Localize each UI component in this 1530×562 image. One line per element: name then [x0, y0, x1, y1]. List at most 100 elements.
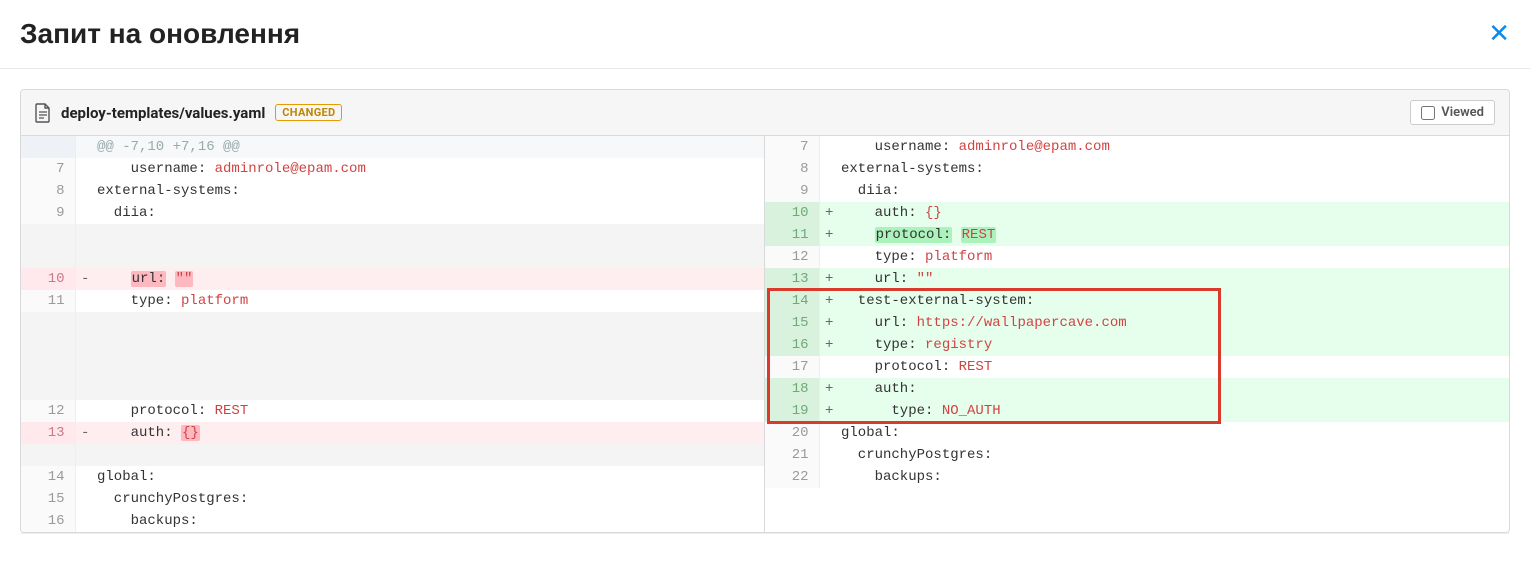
diff-sign: + [819, 334, 839, 356]
diff-row: 15+ url: https://wallpapercave.com [765, 312, 1509, 334]
line-number: 16 [765, 334, 819, 356]
line-number: 22 [765, 466, 819, 488]
diff-sign [75, 246, 95, 268]
diff-sign [819, 444, 839, 466]
diff-row [21, 356, 764, 378]
diff-sign [75, 466, 95, 488]
code-cell: @@ -7,10 +7,16 @@ [95, 136, 764, 158]
line-number: 13 [765, 268, 819, 290]
code-cell: auth: {} [839, 202, 1509, 224]
diff-sign [819, 180, 839, 202]
code-cell: backups: [95, 510, 764, 532]
code-cell: url: "" [839, 268, 1509, 290]
diff-sign: + [819, 224, 839, 246]
diff-file: deploy-templates/values.yaml CHANGED Vie… [20, 89, 1510, 533]
line-number: 7 [21, 158, 75, 180]
code-cell: external-systems: [95, 180, 764, 202]
line-number: 16 [21, 510, 75, 532]
diff-left: @@ -7,10 +7,16 @@7 username: adminrole@e… [21, 136, 765, 532]
line-number: 8 [21, 180, 75, 202]
file-icon [35, 103, 51, 123]
diff-sign [75, 202, 95, 224]
code-cell: global: [839, 422, 1509, 444]
diff-row: 21 crunchyPostgres: [765, 444, 1509, 466]
code-cell: crunchyPostgres: [95, 488, 764, 510]
viewed-checkbox[interactable] [1421, 106, 1435, 120]
line-number: 17 [765, 356, 819, 378]
diff-sign [75, 334, 95, 356]
line-number: 10 [765, 202, 819, 224]
diff-row: 7 username: adminrole@epam.com [21, 158, 764, 180]
diff-right: 7 username: adminrole@epam.com8external-… [765, 136, 1509, 532]
line-number: 8 [765, 158, 819, 180]
diff-row [21, 444, 764, 466]
code-cell: type: registry [839, 334, 1509, 356]
viewed-toggle[interactable]: Viewed [1410, 100, 1495, 125]
code-cell: test-external-system: [839, 290, 1509, 312]
diff-row: 12 protocol: REST [21, 400, 764, 422]
left-hscroll[interactable] [20, 533, 765, 551]
line-number: 13 [21, 422, 75, 444]
diff-body: @@ -7,10 +7,16 @@7 username: adminrole@e… [21, 136, 1509, 532]
changed-badge: CHANGED [275, 104, 342, 121]
code-cell [95, 312, 764, 334]
diff-right-table: 7 username: adminrole@epam.com8external-… [765, 136, 1509, 488]
diff-row: 17 protocol: REST [765, 356, 1509, 378]
diff-sign: + [819, 312, 839, 334]
code-cell [95, 378, 764, 400]
diff-sign [75, 378, 95, 400]
diff-sign: + [819, 378, 839, 400]
diff-sign [819, 356, 839, 378]
diff-sign [819, 466, 839, 488]
diff-row: 8external-systems: [765, 158, 1509, 180]
code-cell [95, 224, 764, 246]
diff-sign [819, 246, 839, 268]
file-name: deploy-templates/values.yaml [61, 104, 265, 122]
diff-row: 13- auth: {} [21, 422, 764, 444]
line-number: 9 [765, 180, 819, 202]
line-number: 19 [765, 400, 819, 422]
code-cell: crunchyPostgres: [839, 444, 1509, 466]
code-cell: auth: [839, 378, 1509, 400]
diff-row [21, 312, 764, 334]
right-hscroll[interactable] [765, 533, 1510, 551]
diff-row: 14+ test-external-system: [765, 290, 1509, 312]
code-cell: username: adminrole@epam.com [95, 158, 764, 180]
line-number: 14 [765, 290, 819, 312]
diff-row: 16 backups: [21, 510, 764, 532]
diff-sign: + [819, 268, 839, 290]
line-number [21, 444, 75, 466]
diff-sign: - [75, 268, 95, 290]
line-number: 7 [765, 136, 819, 158]
diff-sign: + [819, 290, 839, 312]
line-number: 14 [21, 466, 75, 488]
diff-sign [75, 312, 95, 334]
diff-row: 22 backups: [765, 466, 1509, 488]
diff-sign [75, 510, 95, 532]
diff-sign [75, 158, 95, 180]
code-cell: type: platform [95, 290, 764, 312]
line-number [21, 334, 75, 356]
diff-row: 11+ protocol: REST [765, 224, 1509, 246]
code-cell [95, 246, 764, 268]
diff-sign [75, 290, 95, 312]
code-cell: backups: [839, 466, 1509, 488]
line-number: 18 [765, 378, 819, 400]
code-cell: type: platform [839, 246, 1509, 268]
line-number: 21 [765, 444, 819, 466]
line-number [21, 136, 75, 158]
diff-row: 12 type: platform [765, 246, 1509, 268]
diff-row: 10+ auth: {} [765, 202, 1509, 224]
diff-row: 10- url: "" [21, 268, 764, 290]
code-cell [95, 334, 764, 356]
diff-row: @@ -7,10 +7,16 @@ [21, 136, 764, 158]
code-cell: url: "" [95, 268, 764, 290]
horizontal-scrollbars [20, 533, 1510, 551]
code-cell: diia: [95, 202, 764, 224]
code-cell: type: NO_AUTH [839, 400, 1509, 422]
code-cell [95, 444, 764, 466]
line-number: 12 [21, 400, 75, 422]
diff-sign [75, 180, 95, 202]
diff-row: 9 diia: [21, 202, 764, 224]
close-icon[interactable]: ✕ [1488, 21, 1510, 47]
